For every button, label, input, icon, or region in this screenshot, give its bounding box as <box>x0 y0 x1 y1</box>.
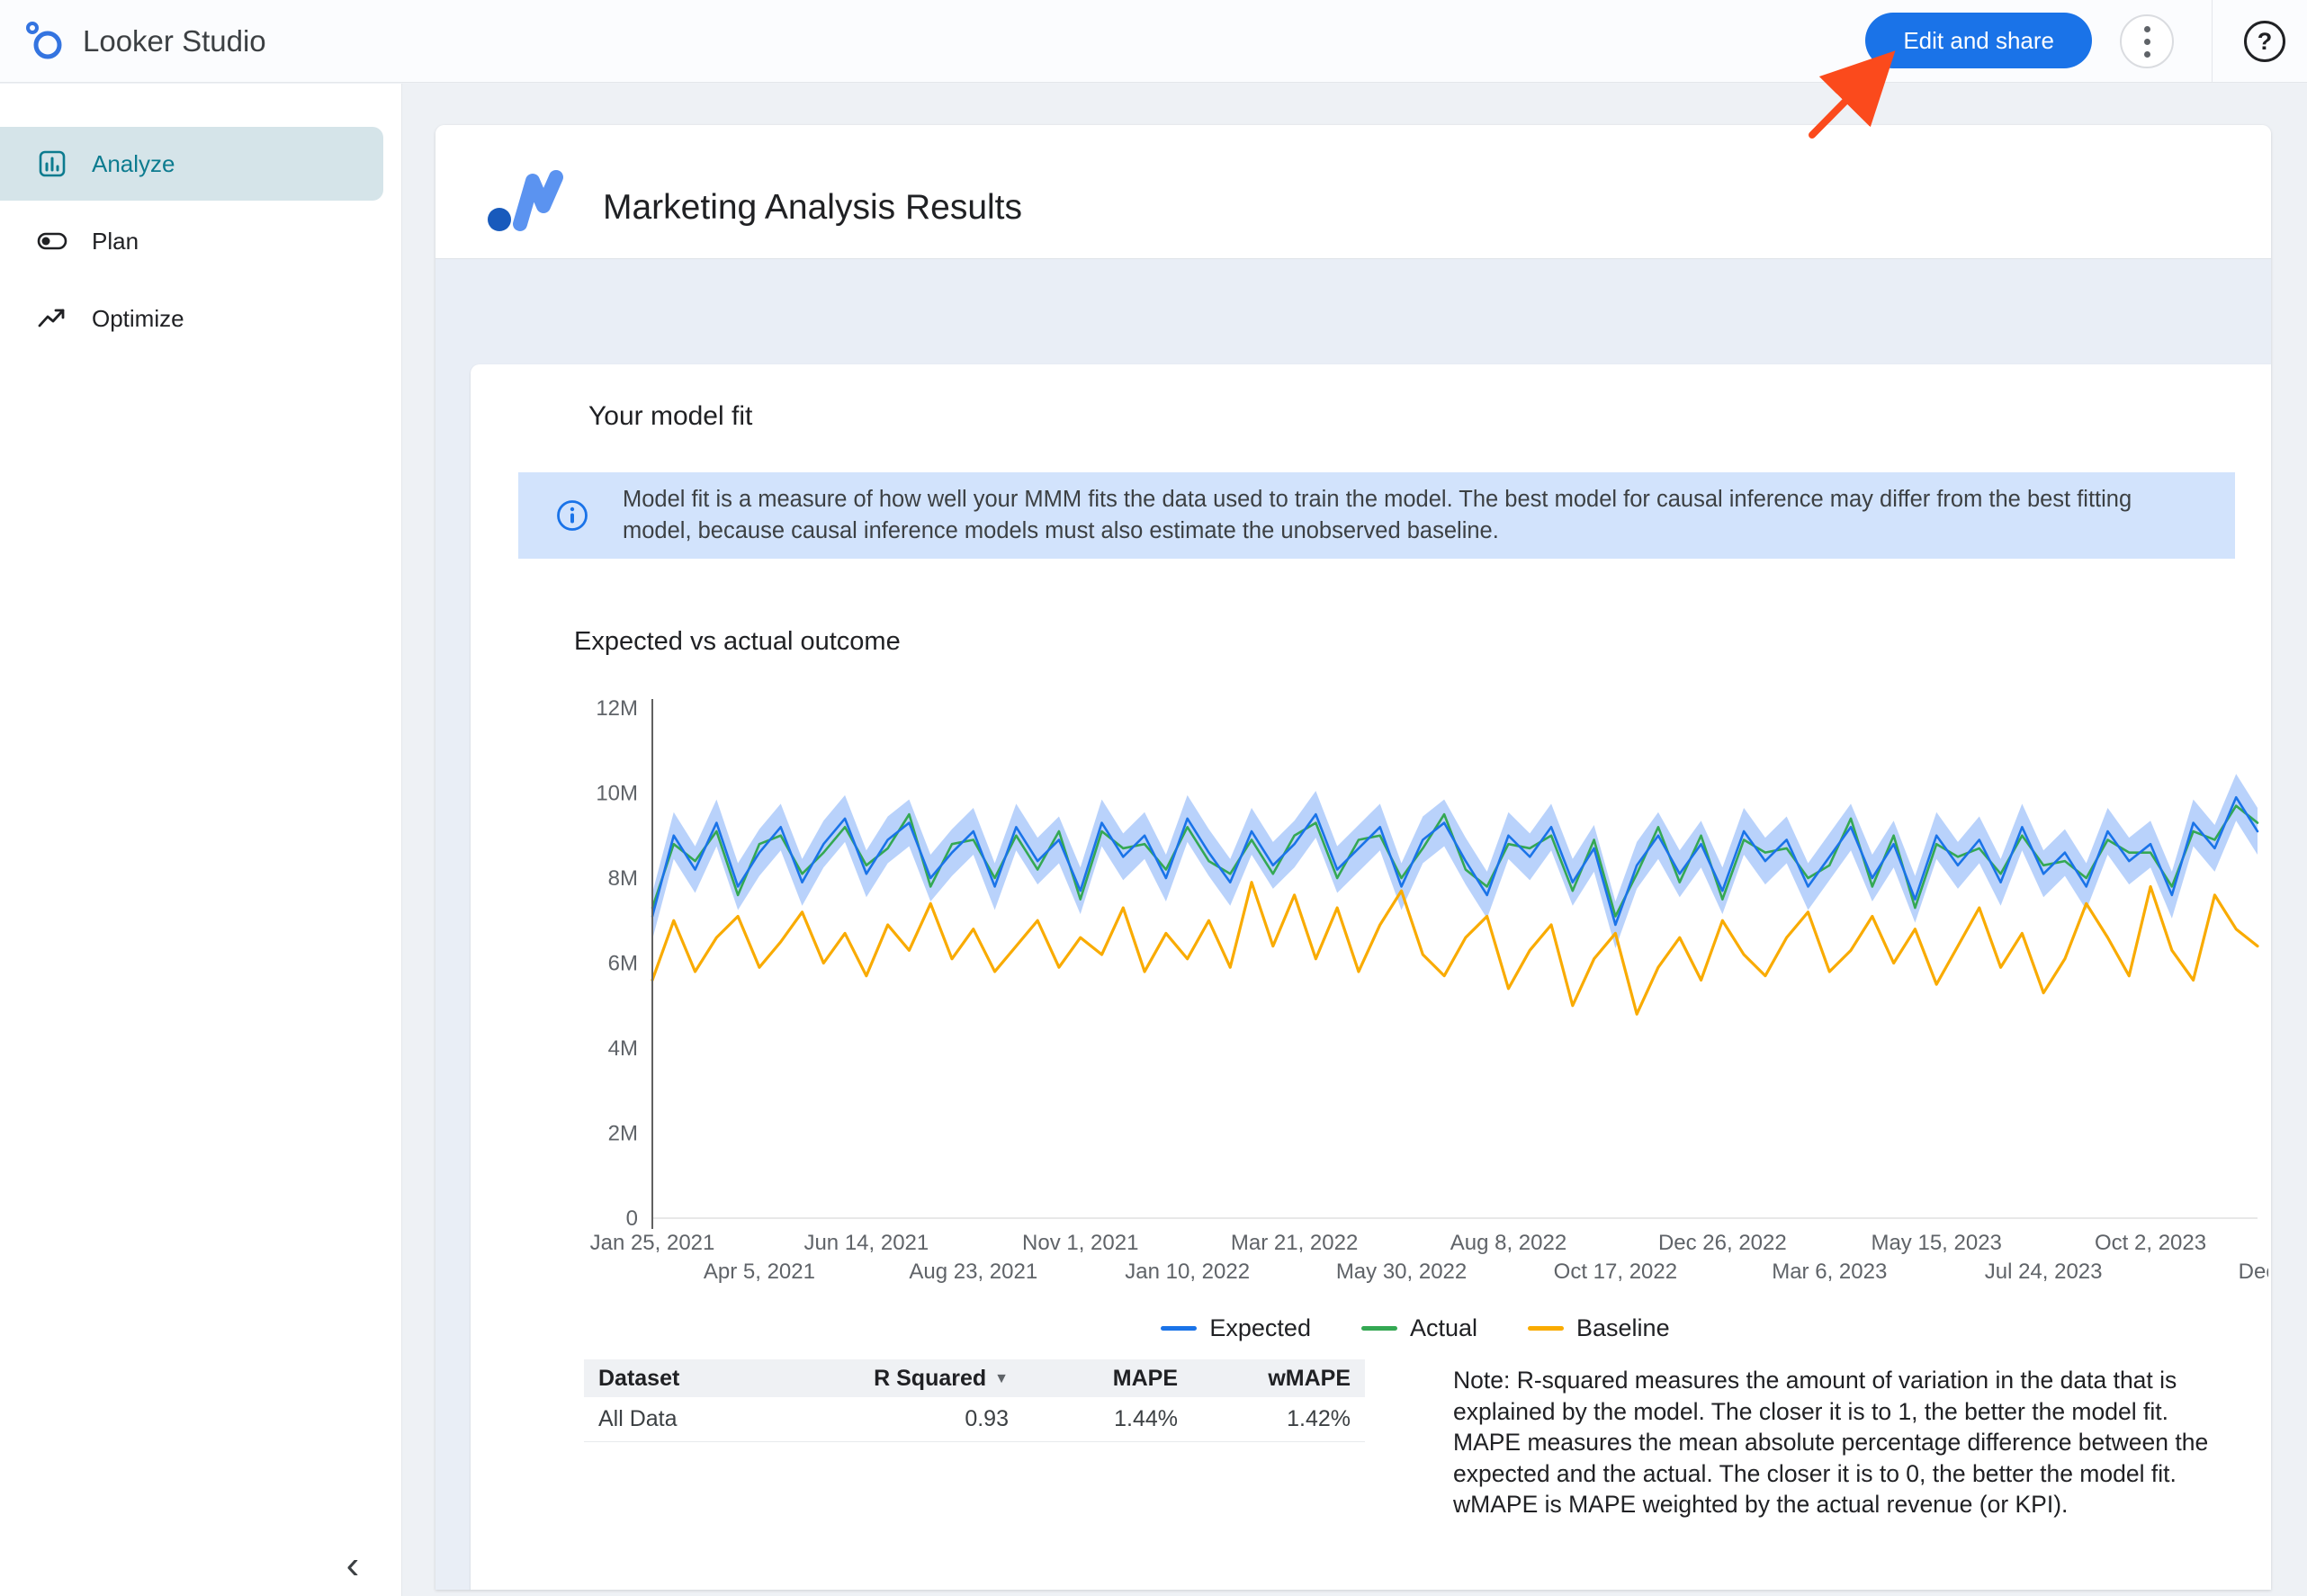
report-title: Marketing Analysis Results <box>603 188 1022 228</box>
svg-text:Jan 10, 2022: Jan 10, 2022 <box>1125 1260 1250 1284</box>
cell-dataset: All Data <box>584 1406 794 1432</box>
analytics-icon <box>36 148 68 180</box>
column-header-mape[interactable]: MAPE <box>1016 1366 1185 1392</box>
metrics-note: Note: R-squared measures the amount of v… <box>1453 1365 2238 1520</box>
table-row: All Data 0.93 1.44% 1.42% <box>584 1397 1365 1442</box>
info-icon <box>554 498 590 533</box>
actual-line-swatch <box>1361 1326 1397 1331</box>
expected-vs-actual-chart: 0 2M 4M 6M 8M 10M 12M Jan 25, 2021 Apr 5, 2021 Ju… <box>552 690 2268 1320</box>
cell-wmape: 1.42% <box>1185 1406 1365 1432</box>
svg-text:Jan 25, 2021: Jan 25, 2021 <box>590 1231 715 1255</box>
cell-mape: 1.44% <box>1016 1406 1185 1432</box>
sidebar-item-optimize[interactable]: Optimize <box>0 282 383 355</box>
sidebar-item-label: Optimize <box>92 305 184 333</box>
svg-text:4M: 4M <box>608 1036 638 1061</box>
sort-desc-icon: ▼ <box>994 1371 1009 1386</box>
svg-text:6M: 6M <box>608 952 638 976</box>
looker-studio-logo-icon <box>23 19 65 65</box>
topbar-divider <box>2212 0 2213 83</box>
sidebar-item-label: Plan <box>92 228 139 256</box>
column-header-dataset[interactable]: Dataset <box>584 1366 794 1392</box>
top-bar: Looker Studio Edit and share ? <box>0 0 2307 83</box>
collapse-sidebar-button[interactable]: ‹ <box>324 1537 382 1594</box>
svg-text:0: 0 <box>626 1206 638 1231</box>
brand: Looker Studio <box>23 0 266 83</box>
column-header-rsquared[interactable]: R Squared▼ <box>794 1366 1016 1392</box>
trending-up-icon <box>36 302 68 335</box>
svg-text:Dec: Dec <box>2239 1260 2268 1284</box>
legend-label: Baseline <box>1576 1314 1670 1342</box>
svg-text:Aug 23, 2021: Aug 23, 2021 <box>909 1260 1037 1284</box>
model-fit-table: Dataset R Squared▼ MAPE wMAPE All Data 0… <box>584 1359 1365 1590</box>
svg-text:May 30, 2022: May 30, 2022 <box>1336 1260 1467 1284</box>
sidebar-item-analyze[interactable]: Analyze <box>0 127 383 201</box>
toggle-icon <box>36 225 68 257</box>
baseline-line-swatch <box>1528 1326 1564 1331</box>
chevron-left-icon: ‹ <box>346 1543 360 1588</box>
svg-text:Mar 6, 2023: Mar 6, 2023 <box>1772 1260 1887 1284</box>
edit-and-share-button[interactable]: Edit and share <box>1865 13 2092 68</box>
svg-text:Jul 24, 2023: Jul 24, 2023 <box>1985 1260 2103 1284</box>
legend-label: Expected <box>1209 1314 1311 1342</box>
expected-line-swatch <box>1161 1326 1197 1331</box>
looker-studio-page: Looker Studio Edit and share ? Analyze <box>0 0 2307 1596</box>
legend-item-2: Baseline <box>1528 1314 1670 1342</box>
column-header-wmape[interactable]: wMAPE <box>1185 1366 1365 1392</box>
svg-text:Jun 14, 2021: Jun 14, 2021 <box>803 1231 929 1255</box>
marketing-platform-logo-icon <box>486 161 576 241</box>
sidebar-item-label: Analyze <box>92 150 175 178</box>
kebab-icon <box>2144 26 2150 32</box>
question-mark-icon: ? <box>2258 28 2273 56</box>
legend-label: Actual <box>1410 1314 1477 1342</box>
svg-text:8M: 8M <box>608 866 638 891</box>
svg-text:10M: 10M <box>596 782 638 806</box>
table-header-row: Dataset R Squared▼ MAPE wMAPE <box>584 1359 1365 1397</box>
app-title: Looker Studio <box>83 24 266 58</box>
report-card: Marketing Analysis Results Your model fi… <box>435 125 2271 1590</box>
svg-text:Mar 21, 2022: Mar 21, 2022 <box>1231 1231 1358 1255</box>
chart-legend: Expected Actual Baseline <box>651 1314 2180 1342</box>
legend-item-1: Actual <box>1361 1314 1477 1342</box>
main-content: Marketing Analysis Results Your model fi… <box>403 84 2307 1596</box>
svg-text:Dec 26, 2022: Dec 26, 2022 <box>1658 1231 1787 1255</box>
help-button[interactable]: ? <box>2244 21 2285 62</box>
chart-section-title: Expected vs actual outcome <box>574 627 901 657</box>
svg-text:Oct 17, 2022: Oct 17, 2022 <box>1554 1260 1677 1284</box>
svg-text:May 15, 2023: May 15, 2023 <box>1871 1231 2001 1255</box>
sidebar-nav: Analyze Plan Optimize <box>0 84 401 355</box>
report-header: Marketing Analysis Results <box>435 125 2271 258</box>
model-fit-title: Your model fit <box>588 401 752 432</box>
info-banner-text: Model fit is a measure of how well your … <box>623 484 2195 547</box>
svg-text:Aug 8, 2022: Aug 8, 2022 <box>1450 1231 1566 1255</box>
svg-text:Nov 1, 2021: Nov 1, 2021 <box>1022 1231 1138 1255</box>
report-canvas: Your model fit Model fit is a measure of… <box>435 259 2271 1590</box>
svg-text:12M: 12M <box>596 696 638 721</box>
svg-text:2M: 2M <box>608 1122 638 1146</box>
sidebar: Analyze Plan Optimize ‹ <box>0 84 402 1596</box>
info-banner: Model fit is a measure of how well your … <box>518 472 2235 559</box>
model-fit-card: Your model fit Model fit is a measure of… <box>471 364 2271 1590</box>
legend-item-0: Expected <box>1161 1314 1311 1342</box>
sidebar-item-plan[interactable]: Plan <box>0 204 383 278</box>
svg-text:Oct 2, 2023: Oct 2, 2023 <box>2095 1231 2206 1255</box>
cell-rsquared: 0.93 <box>794 1406 1016 1432</box>
more-options-button[interactable] <box>2120 14 2174 68</box>
svg-text:Apr 5, 2021: Apr 5, 2021 <box>704 1260 815 1284</box>
